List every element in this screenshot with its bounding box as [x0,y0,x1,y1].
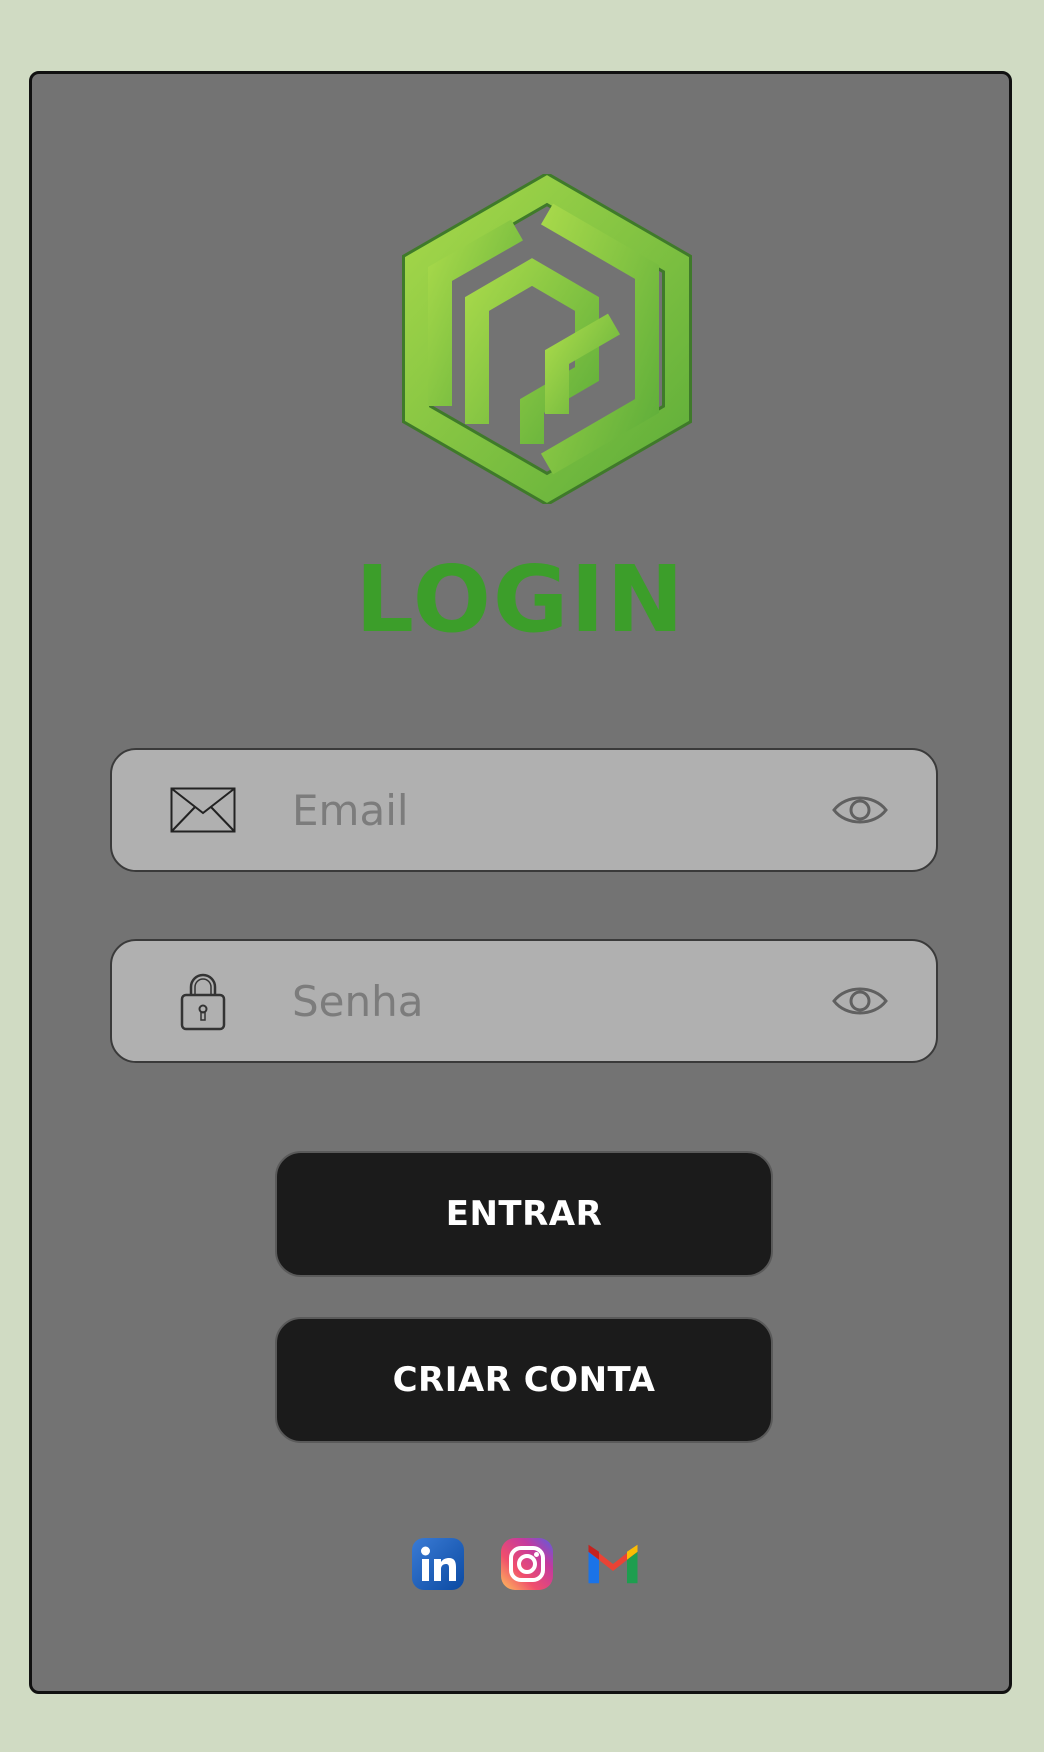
eye-icon[interactable] [832,982,888,1020]
email-field[interactable] [110,748,938,872]
eye-icon[interactable] [832,791,888,829]
envelope-icon [170,787,236,833]
social-links [32,1536,1009,1596]
email-input[interactable] [292,750,812,870]
password-field[interactable] [110,939,938,1063]
hexagon-logo-icon [402,174,692,504]
gmail-icon[interactable] [585,1536,641,1592]
page-title: LOGIN [355,546,686,653]
lock-icon [180,973,226,1031]
enter-button[interactable]: ENTRAR [275,1151,773,1277]
instagram-icon[interactable] [499,1536,555,1592]
login-card: LOGIN ENTRAR CRIAR CONTA [29,71,1012,1694]
password-input[interactable] [292,941,812,1061]
create-account-button[interactable]: CRIAR CONTA [275,1317,773,1443]
linkedin-icon[interactable] [410,1536,466,1592]
